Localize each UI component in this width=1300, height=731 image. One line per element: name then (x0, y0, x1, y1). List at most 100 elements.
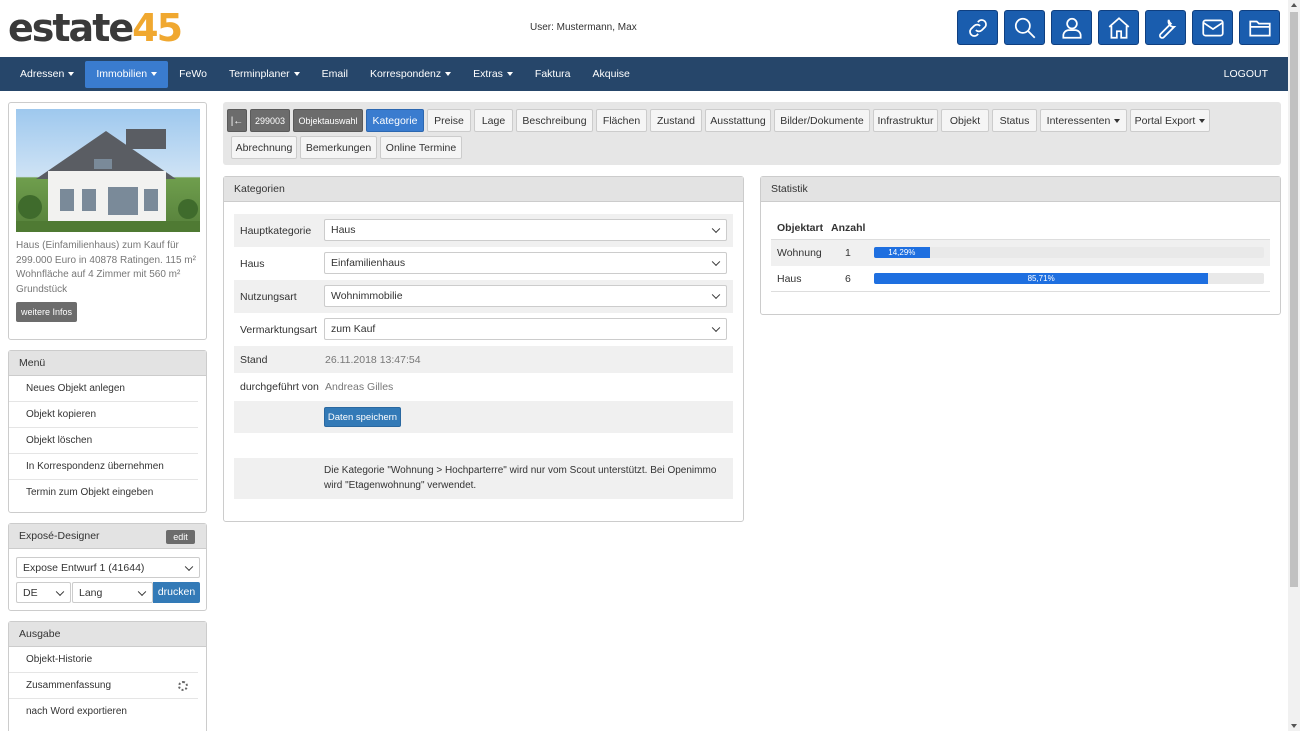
output-item-summary[interactable]: Zusammenfassung (9, 673, 198, 699)
wrench-icon[interactable] (1145, 10, 1186, 45)
nav-korrespondenz[interactable]: Korrespondenz (359, 61, 462, 88)
object-count: 1 (845, 247, 851, 259)
table-row: Haus 6 85,71% (771, 266, 1270, 292)
more-info-button[interactable]: weitere Infos (16, 302, 77, 322)
expose-edit-button[interactable]: edit (166, 530, 195, 544)
chevron-down-icon (137, 587, 147, 596)
output-item-history[interactable]: Objekt-Historie (9, 647, 198, 673)
print-button[interactable]: drucken (153, 582, 200, 603)
menu-item-add-appointment[interactable]: Termin zum Objekt eingeben (9, 480, 198, 506)
tab-ausstattung[interactable]: Ausstattung (705, 109, 771, 132)
tab-infrastruktur[interactable]: Infrastruktur (873, 109, 938, 132)
field-label: Haus (240, 258, 265, 270)
nav-label: FeWo (179, 67, 207, 80)
tab-abrechnung[interactable]: Abrechnung (231, 136, 297, 159)
statistics-panel: Statistik Objektart Anzahl Wohnung 1 14,… (760, 176, 1281, 315)
logo-text: estate (8, 6, 134, 50)
expose-language-select[interactable]: DE (16, 582, 71, 603)
table-row: Wohnung 1 14,29% (771, 240, 1270, 266)
user-icon[interactable] (1051, 10, 1092, 45)
form-row-vermarktungsart: Vermarktungsart zum Kauf (234, 313, 733, 346)
scroll-down-icon[interactable] (1291, 724, 1297, 728)
logout-link[interactable]: LOGOUT (1224, 57, 1268, 91)
menu-item-new-object[interactable]: Neues Objekt anlegen (9, 376, 198, 402)
output-title: Ausgabe (9, 622, 206, 647)
form-row-stand: Stand 26.11.2018 13:47:54 (234, 346, 733, 373)
save-button[interactable]: Daten speichern (324, 407, 401, 427)
tab-label: Portal Export (1134, 115, 1196, 127)
output-item-word-export[interactable]: nach Word exportieren (9, 699, 198, 725)
field-label: Hauptkategorie (240, 225, 312, 237)
tab-beschreibung[interactable]: Beschreibung (516, 109, 593, 132)
vermarktungsart-select[interactable]: zum Kauf (324, 318, 727, 340)
field-label: Nutzungsart (240, 291, 297, 303)
tab-lage[interactable]: Lage (474, 109, 513, 132)
tab-zustand[interactable]: Zustand (650, 109, 702, 132)
property-description: Haus (Einfamilienhaus) zum Kauf für 299.… (16, 240, 196, 295)
nav-faktura[interactable]: Faktura (524, 61, 582, 88)
nav-label: Adressen (20, 67, 65, 80)
progress-track: 14,29% (874, 247, 1264, 258)
main-nav: Adressen Immobilien FeWo Terminplaner Em… (0, 57, 1288, 91)
mail-icon[interactable] (1192, 10, 1233, 45)
haus-select[interactable]: Einfamilienhaus (324, 252, 727, 274)
expose-template-select[interactable]: Expose Entwurf 1 (41644) (16, 557, 200, 578)
object-select-button[interactable]: Objektauswahl (293, 109, 363, 132)
nav-adressen[interactable]: Adressen (9, 61, 85, 88)
tab-bemerkungen[interactable]: Bemerkungen (300, 136, 377, 159)
menu-item-copy-object[interactable]: Objekt kopieren (9, 402, 198, 428)
tab-portal-export[interactable]: Portal Export (1130, 109, 1210, 132)
nav-email[interactable]: Email (311, 61, 359, 88)
nutzungsart-select[interactable]: Wohnimmobilie (324, 285, 727, 307)
caret-down-icon (293, 71, 300, 76)
scroll-up-icon[interactable] (1291, 3, 1297, 7)
tab-objekt[interactable]: Objekt (941, 109, 989, 132)
nav-extras[interactable]: Extras (462, 61, 524, 88)
first-page-icon[interactable]: |← (227, 109, 247, 132)
select-value: Lang (79, 586, 103, 599)
expose-length-select[interactable]: Lang (72, 582, 153, 603)
tab-bilder-dokumente[interactable]: Bilder/Dokumente (774, 109, 870, 132)
caret-down-icon (151, 71, 158, 76)
tab-preise[interactable]: Preise (427, 109, 471, 132)
nav-label: Akquise (592, 67, 630, 80)
field-label: Stand (240, 354, 268, 366)
object-tab-bar: |← 299003 Objektauswahl Kategorie Preise… (223, 102, 1281, 165)
tab-online-termine[interactable]: Online Termine (380, 136, 462, 159)
app-header: estate45 User: Mustermann, Max (0, 0, 1288, 57)
select-value: Wohnimmobilie (331, 290, 403, 302)
logo[interactable]: estate45 (8, 6, 183, 50)
nav-terminplaner[interactable]: Terminplaner (218, 61, 311, 88)
scrollbar-thumb[interactable] (1290, 12, 1298, 587)
tab-flaechen[interactable]: Flächen (596, 109, 647, 132)
form-spacer (234, 433, 733, 458)
form-row-note: Die Kategorie "Wohnung > Hochparterre" w… (234, 458, 733, 499)
chevron-down-icon (55, 587, 65, 596)
select-value: Expose Entwurf 1 (41644) (23, 561, 145, 574)
nav-akquise[interactable]: Akquise (582, 61, 641, 88)
link-icon[interactable] (957, 10, 998, 45)
tab-status[interactable]: Status (992, 109, 1037, 132)
tab-kategorie[interactable]: Kategorie (366, 109, 424, 132)
column-header-anzahl: Anzahl (831, 222, 866, 234)
page-scrollbar[interactable] (1288, 0, 1300, 731)
gear-icon[interactable] (178, 681, 188, 691)
progress-bar: 85,71% (874, 273, 1209, 284)
nav-immobilien[interactable]: Immobilien (85, 60, 169, 88)
nav-label: Korrespondenz (369, 67, 442, 80)
menu-item-delete-object[interactable]: Objekt löschen (9, 428, 198, 454)
progress-track: 85,71% (874, 273, 1264, 284)
folder-icon[interactable] (1239, 10, 1280, 45)
column-header-objektart: Objektart (777, 222, 824, 234)
tab-interessenten[interactable]: Interessenten (1040, 109, 1127, 132)
search-icon[interactable] (1004, 10, 1045, 45)
hauptkategorie-select[interactable]: Haus (324, 219, 727, 241)
field-label: durchgeführt von (240, 381, 319, 393)
object-id-badge[interactable]: 299003 (250, 109, 290, 132)
property-photo[interactable] (16, 109, 200, 232)
menu-item-to-correspondence[interactable]: In Korrespondenz übernehmen (9, 454, 198, 480)
form-row-haus: Haus Einfamilienhaus (234, 247, 733, 280)
home-icon[interactable] (1098, 10, 1139, 45)
nav-fewo[interactable]: FeWo (168, 61, 218, 88)
current-user: User: Mustermann, Max (530, 22, 637, 33)
